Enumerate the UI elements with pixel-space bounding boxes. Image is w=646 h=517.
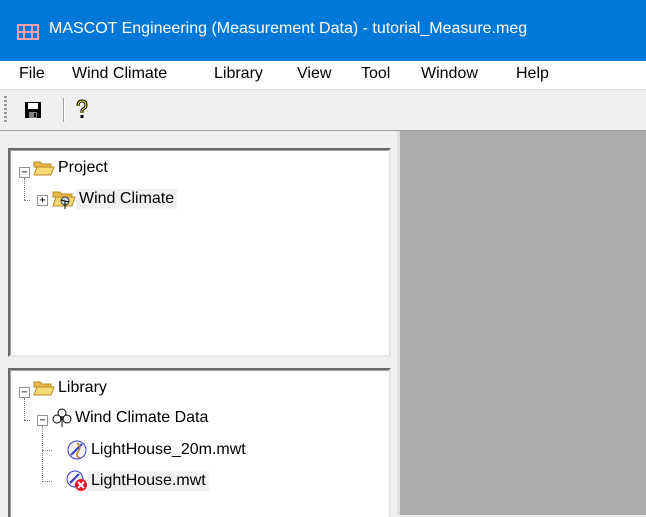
library-collapse-toggle[interactable]: − [19, 387, 30, 398]
tree-node-label: Library [58, 379, 107, 396]
tree-line [24, 200, 30, 201]
title-bar: MASCOT Engineering (Measurement Data) - … [0, 0, 646, 61]
library-tree-panel[interactable]: − Library − Wind Climate Data LightHouse… [8, 368, 391, 517]
menu-tool[interactable]: Tool [361, 65, 390, 83]
project-collapse-toggle[interactable]: − [19, 167, 30, 178]
wind-climate-expand-toggle[interactable]: + [37, 195, 48, 206]
folder-open-icon [33, 161, 55, 176]
tree-node-library[interactable]: Library [33, 378, 110, 398]
wind-climate-folder-icon [52, 191, 76, 209]
project-tree-panel[interactable]: − Project + Wind Climate [8, 148, 391, 357]
app-icon[interactable] [17, 23, 39, 41]
tree-node-label: Project [58, 159, 108, 176]
tree-node-wind-climate-data[interactable]: Wind Climate Data [52, 408, 211, 428]
tree-node-label: Wind Climate Data [75, 409, 209, 426]
tree-line [24, 398, 25, 420]
help-button[interactable] [69, 97, 95, 123]
tree-line [24, 420, 30, 421]
tree-node-wind-climate[interactable]: Wind Climate [52, 188, 178, 210]
save-icon [25, 102, 41, 118]
tree-node-file-lighthouse-20m[interactable]: LightHouse_20m.mwt [66, 439, 249, 461]
toolbar [0, 90, 646, 131]
tree-node-label: LightHouse_20m.mwt [91, 441, 246, 458]
wind-file-icon [67, 440, 87, 460]
menu-view[interactable]: View [297, 65, 331, 83]
menu-help[interactable]: Help [516, 65, 549, 83]
help-icon [76, 99, 88, 118]
tree-node-label: LightHouse.mwt [88, 471, 209, 491]
wind-data-tree-icon [52, 408, 72, 427]
wind-file-error-icon [66, 470, 87, 491]
wind-climate-data-collapse-toggle[interactable]: − [37, 415, 48, 426]
window-title: MASCOT Engineering (Measurement Data) - … [49, 20, 528, 37]
menu-wind-climate[interactable]: Wind Climate [72, 65, 167, 83]
menu-file[interactable]: File [19, 65, 45, 83]
explorer-pane: − Project + Wind Climate − Library − Win… [0, 131, 397, 517]
tree-line [42, 481, 52, 482]
tree-line [42, 426, 43, 482]
save-button[interactable] [20, 97, 46, 123]
menu-bar: File Wind Climate Library View Tool Wind… [0, 61, 646, 90]
toolbar-separator [63, 98, 65, 122]
menu-library[interactable]: Library [214, 65, 263, 83]
folder-open-icon [33, 381, 55, 396]
menu-window[interactable]: Window [421, 65, 478, 83]
tree-node-project[interactable]: Project [33, 158, 111, 178]
tree-line [24, 178, 25, 200]
tree-node-file-lighthouse[interactable]: LightHouse.mwt [66, 470, 209, 492]
mdi-workspace[interactable] [400, 131, 646, 515]
tree-node-label: Wind Climate [76, 189, 178, 209]
toolbar-grip[interactable] [4, 96, 7, 124]
tree-line [42, 450, 52, 451]
